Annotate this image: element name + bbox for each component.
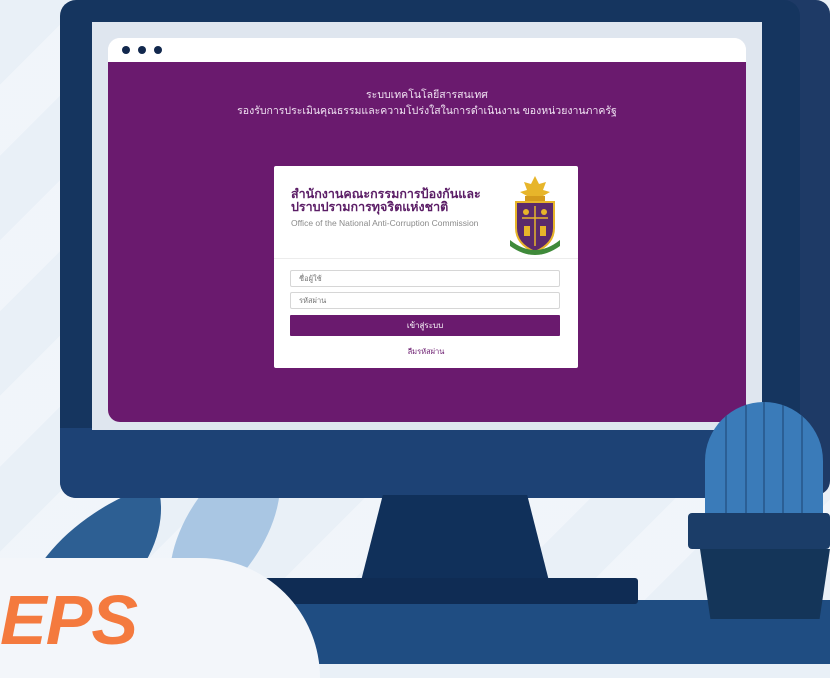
page-title: ระบบเทคโนโลยีสารสนเทศ [366, 89, 488, 101]
monitor-stand-base [238, 578, 638, 604]
org-name-th: สำนักงานคณะกรรมการป้องกันและ ปราบปรามการ… [291, 188, 501, 214]
window-dot-icon [138, 46, 146, 54]
brand-logo-text: EPS [0, 581, 138, 659]
monitor-stand [360, 495, 550, 585]
login-card: สำนักงานคณะกรรมการป้องกันและ ปราบปรามการ… [274, 166, 578, 368]
org-name-th-line2: ปราบปรามการทุจริตแห่งชาติ [291, 200, 449, 214]
forgot-password-link[interactable]: ลืมรหัสผ่าน [274, 346, 578, 358]
plant-pot [700, 549, 830, 619]
password-input[interactable] [290, 292, 560, 309]
nacc-emblem-icon [510, 176, 560, 255]
monitor-chin [60, 428, 800, 498]
window-dot-icon [154, 46, 162, 54]
login-button[interactable]: เข้าสู่ระบบ [290, 315, 560, 336]
page-subtitle: รองรับการประเมินคุณธรรมและความโปร่งใสในก… [237, 105, 617, 117]
browser-window: ระบบเทคโนโลยีสารสนเทศ รองรับการประเมินคุ… [108, 38, 746, 422]
window-dot-icon [122, 46, 130, 54]
username-input[interactable] [290, 270, 560, 287]
pot-rim [688, 513, 830, 549]
org-name-en: Office of the National Anti-Corruption C… [291, 218, 479, 228]
login-page: ระบบเทคโนโลยีสารสนเทศ รองรับการประเมินคุ… [108, 62, 746, 422]
browser-title-bar [108, 38, 746, 62]
card-divider [274, 258, 578, 259]
